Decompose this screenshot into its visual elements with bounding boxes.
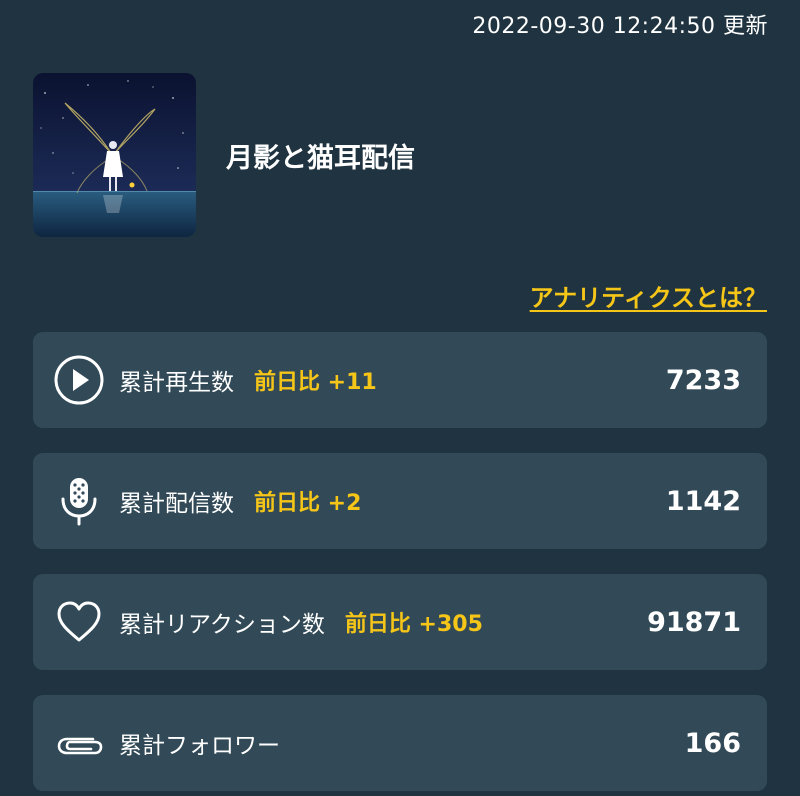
stat-label: 累計フォロワー	[119, 733, 280, 759]
channel-avatar[interactable]	[33, 73, 196, 237]
stat-diff: 前日比 +305	[344, 612, 483, 637]
microphone-icon	[53, 475, 105, 527]
stat-value: 1142	[665, 485, 741, 517]
stat-card-reactions: 累計リアクション数 前日比 +305 91871	[33, 574, 767, 670]
last-updated-timestamp: 2022-09-30 12:24:50 更新	[472, 14, 768, 39]
stat-card-followers: 累計フォロワー 166	[33, 695, 767, 791]
stat-value: 166	[684, 727, 741, 759]
stat-value: 7233	[665, 364, 741, 396]
paperclip-icon	[53, 717, 105, 769]
stat-value: 91871	[647, 606, 741, 638]
channel-profile: 月影と猫耳配信	[33, 73, 415, 237]
channel-name: 月影と猫耳配信	[226, 142, 415, 174]
play-icon	[53, 354, 105, 406]
stat-label: 累計再生数	[119, 370, 234, 396]
stat-diff: 前日比 +2	[254, 491, 362, 516]
analytics-help-link[interactable]: アナリティクスとは？	[530, 278, 767, 313]
stat-diff: 前日比 +11	[254, 370, 377, 395]
stat-label: 累計配信数	[119, 491, 234, 517]
stat-label: 累計リアクション数	[119, 612, 325, 638]
stat-card-plays: 累計再生数 前日比 +11 7233	[33, 332, 767, 428]
heart-icon	[53, 596, 105, 648]
stat-card-broadcasts: 累計配信数 前日比 +2 1142	[33, 453, 767, 549]
